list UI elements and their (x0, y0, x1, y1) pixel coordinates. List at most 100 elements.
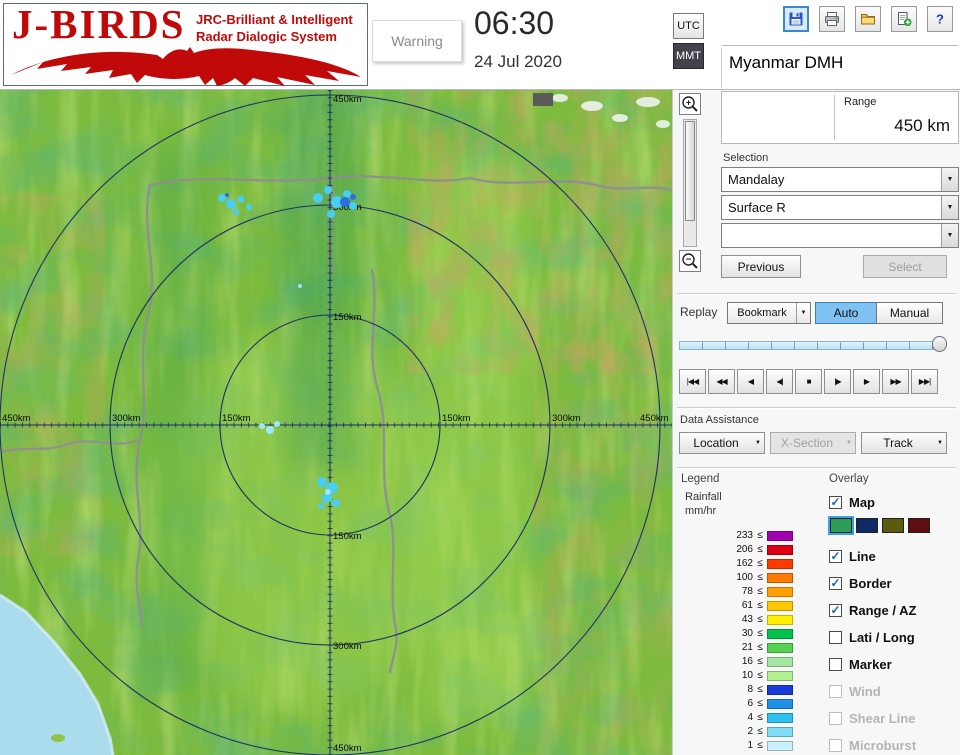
overlay-item-wind: ✓ Wind (829, 683, 881, 700)
mmt-label: MMT (675, 50, 702, 62)
select-button[interactable]: Select (863, 255, 947, 278)
replay-label: Replay (680, 305, 718, 319)
map-checkbox[interactable]: ✓ (829, 495, 842, 509)
selection-label: Selection (723, 152, 769, 164)
product-dropdown[interactable]: Surface R ▼ (721, 195, 959, 220)
marker-checkbox[interactable]: ✓ (829, 658, 842, 671)
microburst-checkbox[interactable]: ✓ (829, 739, 842, 752)
legend-color-swatch (767, 740, 793, 751)
range-panel: Range 450 km (721, 91, 959, 144)
zoom-in-button[interactable]: + (679, 93, 701, 115)
overlay-item-lati-long: ✓ Lati / Long (829, 629, 915, 646)
chevron-down-icon: ▼ (937, 440, 943, 446)
overlay-item-shear-line: ✓ Shear Line (829, 710, 915, 727)
shear-line-checkbox[interactable]: ✓ (829, 712, 842, 725)
playback-play-button[interactable]: ▶ (853, 369, 880, 394)
xsection-label: X-Section (780, 436, 834, 450)
chevron-down-icon[interactable]: ▼ (796, 303, 810, 323)
legend-row: 1 ≤ (711, 739, 793, 752)
legend-row: 4 ≤ (711, 711, 793, 724)
timeline-slider-handle[interactable] (932, 336, 947, 352)
playback-skip-to-start-button[interactable]: |◀◀ (679, 369, 706, 394)
save-button[interactable] (783, 6, 809, 32)
help-icon: ? (936, 12, 944, 27)
playback-skip-to-end-button[interactable]: ▶▶| (911, 369, 938, 394)
playback-stop-button[interactable]: ■ (795, 369, 822, 394)
radar-map[interactable]: 450km 300km 150km 150km 300km 450km 450k… (0, 90, 672, 755)
location-label: Location (693, 436, 739, 450)
overlay-item-border: ✓ Border (829, 575, 892, 591)
bookmark-label: Bookmark (737, 307, 787, 319)
map-color-swatch[interactable] (828, 516, 854, 535)
legend-color-swatch (767, 642, 793, 653)
check-icon: ✓ (830, 602, 841, 617)
map-color-swatch[interactable] (908, 518, 930, 533)
playback-fast-rewind-button[interactable]: ◀◀ (708, 369, 735, 394)
overlay-item-microburst: ✓ Microburst (829, 737, 916, 754)
bookmark-button[interactable]: Bookmark ▼ (727, 302, 811, 324)
previous-button[interactable]: Previous (721, 255, 801, 278)
range-az-checkbox[interactable]: ✓ (829, 602, 842, 617)
data-assistance-label: Data Assistance (680, 414, 759, 426)
logo-title: J-BIRDS (12, 1, 186, 47)
export-button[interactable] (891, 6, 917, 32)
legend-row: 16 ≤ (711, 655, 793, 668)
playback-step-forward-button[interactable]: |▶ (824, 369, 851, 394)
chevron-down-icon[interactable]: ▼ (941, 168, 958, 191)
track-button[interactable]: Track ▼ (861, 432, 947, 454)
line-checkbox[interactable]: ✓ (829, 548, 842, 563)
manual-mode-button[interactable]: Manual (876, 302, 943, 324)
folder-icon (861, 14, 875, 25)
zoom-slider-thumb[interactable] (685, 121, 695, 221)
chevron-down-icon[interactable]: ▼ (941, 224, 958, 247)
magnifier-minus-icon: − (682, 253, 698, 269)
legend-row: 2 ≤ (711, 725, 793, 738)
open-file-button[interactable] (855, 6, 881, 32)
zoom-slider[interactable] (683, 119, 697, 247)
overlay-title: Overlay (829, 473, 869, 485)
help-button[interactable]: ? (927, 6, 953, 32)
utc-button[interactable]: UTC (673, 13, 704, 39)
mmt-button[interactable]: MMT (673, 43, 704, 69)
xsection-button[interactable]: X-Section ▼ (770, 432, 856, 454)
station-dropdown[interactable]: Mandalay ▼ (721, 167, 959, 192)
legend-color-swatch (767, 544, 793, 555)
terrain-layer: 450km 300km 150km 150km 300km 450km 450k… (0, 90, 672, 755)
legend-row: 206 ≤ (711, 543, 793, 556)
ring-label: 150km (442, 413, 471, 424)
border-checkbox[interactable]: ✓ (829, 576, 842, 590)
clock-time: 06:30 (474, 5, 555, 41)
legend-color-swatch (767, 614, 793, 625)
check-icon: ✓ (830, 548, 841, 563)
print-button[interactable] (819, 6, 845, 32)
location-button[interactable]: Location ▼ (679, 432, 765, 454)
map-color-swatch[interactable] (856, 518, 878, 533)
zoom-out-button[interactable]: − (679, 250, 701, 272)
ring-label: 150km (333, 531, 362, 542)
wind-checkbox[interactable]: ✓ (829, 685, 842, 698)
chevron-down-icon[interactable]: ▼ (941, 196, 958, 219)
legend-unit-line2: mm/hr (685, 505, 717, 517)
warning-button[interactable]: Warning (372, 20, 462, 62)
legend-row: 162 ≤ (711, 557, 793, 570)
lati-long-checkbox[interactable]: ✓ (829, 631, 842, 644)
magnifier-plus-icon: + (682, 96, 698, 112)
legend-color-swatch (767, 712, 793, 723)
svg-text:+: + (686, 98, 691, 108)
playback-fast-forward-button[interactable]: ▶▶ (882, 369, 909, 394)
playback-play-reverse-button[interactable]: ◀ (737, 369, 764, 394)
playback-step-back-button[interactable]: ◀| (766, 369, 793, 394)
map-color-swatch[interactable] (882, 518, 904, 533)
extra-dropdown[interactable]: ▼ (721, 223, 959, 248)
legend-row: 6 ≤ (711, 697, 793, 710)
legend-color-swatch (767, 530, 793, 541)
range-label: Range (844, 96, 877, 108)
auto-mode-button[interactable]: Auto (815, 302, 877, 324)
svg-text:?: ? (936, 12, 944, 27)
timeline-slider[interactable] (679, 341, 945, 350)
control-panel: + − Range 450 km Selection Mandalay ▼ Su… (672, 90, 960, 755)
legend-color-swatch (767, 698, 793, 709)
eagle-logo-icon (11, 47, 361, 86)
legend-color-swatch (767, 600, 793, 611)
divider (721, 48, 722, 88)
